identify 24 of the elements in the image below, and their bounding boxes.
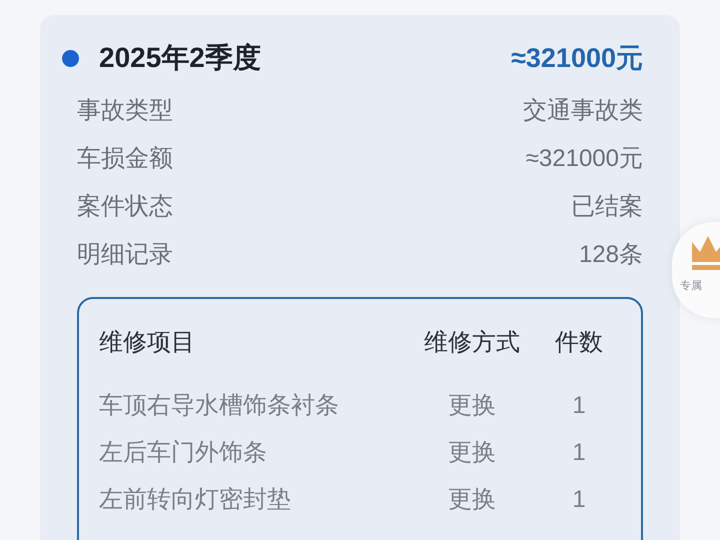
detail-label: 事故类型 <box>77 96 173 126</box>
table-cell-text: 1 <box>571 390 587 420</box>
table-cell-text: 车顶右导水槽饰条衬条 <box>99 390 340 420</box>
detail-value: 128条 <box>578 240 643 270</box>
table-cell-text: 左后车门外饰条 <box>99 438 268 468</box>
table-cell-text: 更换 <box>447 390 497 420</box>
table-cell-text: 左前转向灯密封垫 <box>99 484 292 514</box>
detail-value: 交通事故类 <box>523 96 643 126</box>
column-header: 维修项目 <box>99 328 196 358</box>
detail-label: 案件状态 <box>77 192 173 222</box>
amount-value: ≈321000元 <box>511 42 643 75</box>
column-header: 件数 <box>554 328 604 358</box>
table-cell-text: 1 <box>571 438 587 468</box>
floating-badge[interactable]: 专属 <box>672 222 720 318</box>
detail-value: ≈321000元 <box>526 144 643 174</box>
detail-label: 明细记录 <box>77 240 173 270</box>
detail-value: 已结案 <box>571 192 643 222</box>
column-header: 维修方式 <box>423 328 521 358</box>
table-cell-text: 更换 <box>447 438 497 468</box>
table-cell-text: 更换 <box>447 484 497 514</box>
detail-label: 车损金额 <box>77 144 173 174</box>
badge-label: 专属 <box>680 279 702 294</box>
table-cell-text: 1 <box>571 484 587 514</box>
card-title: 2025年2季度 <box>99 41 261 75</box>
